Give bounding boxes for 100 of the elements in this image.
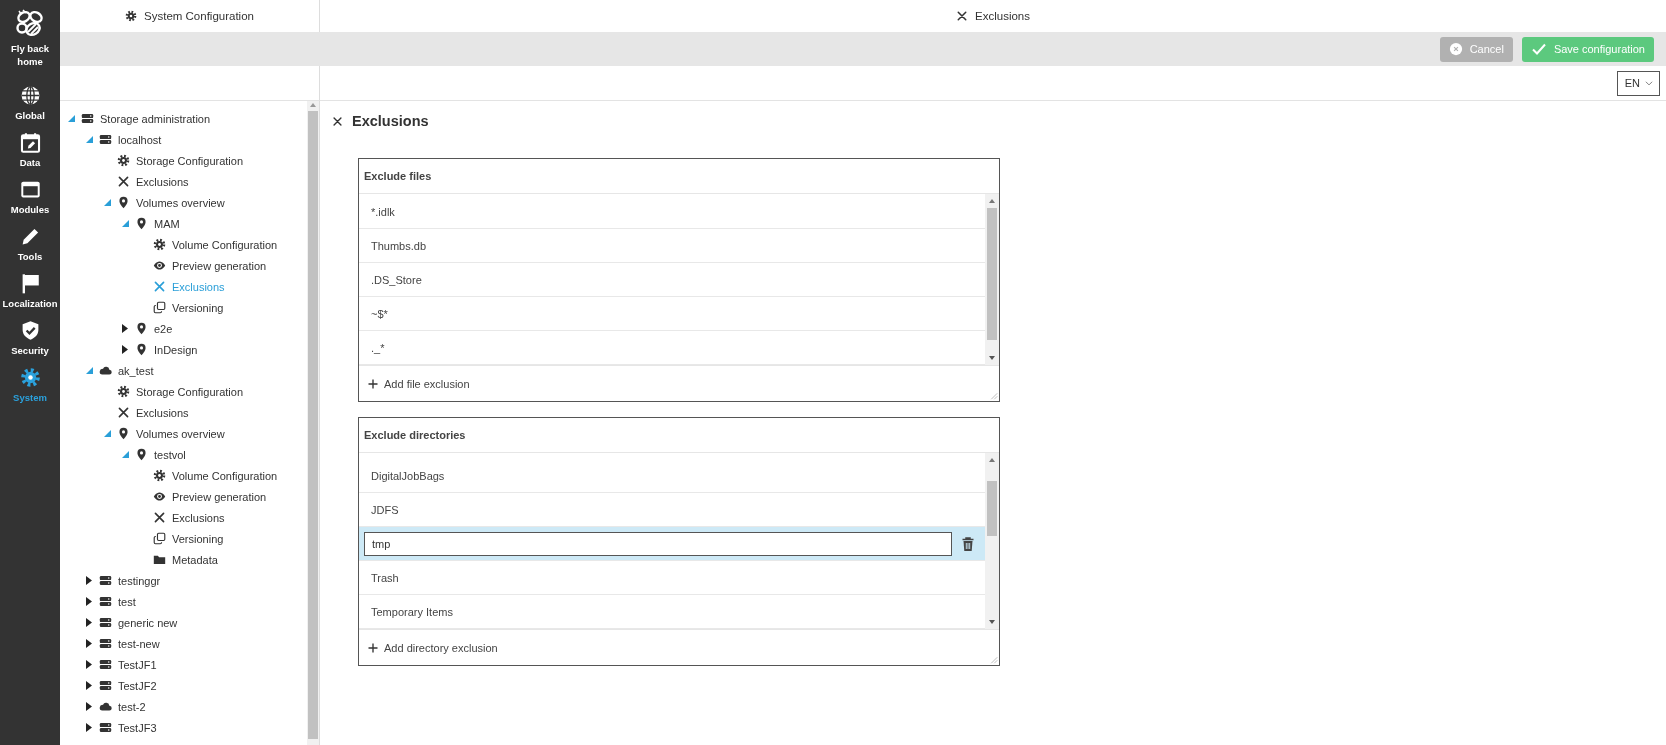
tree-item[interactable]: TestJF1 — [116, 657, 159, 672]
tree-item[interactable]: testinggr — [116, 573, 163, 588]
tree-item[interactable]: Preview generation — [170, 258, 269, 273]
plus-icon — [367, 377, 379, 390]
expanded-toggle-icon[interactable] — [121, 220, 129, 227]
scroll-down-arrow-icon[interactable] — [988, 355, 996, 361]
scroll-thumb[interactable] — [987, 481, 997, 536]
page-title: Exclusions — [352, 113, 429, 129]
copy-icon — [153, 532, 166, 545]
scroll-up-arrow-icon[interactable] — [988, 198, 996, 204]
expanded-toggle-icon[interactable] — [85, 136, 93, 143]
expanded-toggle-icon[interactable] — [103, 199, 111, 206]
tree-item[interactable]: Exclusions — [134, 405, 191, 420]
input-field[interactable]: tmp — [364, 531, 952, 556]
expanded-toggle-icon[interactable] — [85, 367, 93, 374]
close-icon — [956, 10, 968, 22]
calendar-icon — [19, 132, 41, 153]
cloud-icon — [99, 364, 112, 377]
home-link[interactable]: Fly back home — [5, 0, 55, 80]
add-link[interactable]: Add file exclusion — [359, 366, 999, 401]
expanded-toggle-icon[interactable] — [67, 115, 75, 122]
close-icon — [117, 175, 130, 188]
tree-item[interactable]: Versioning — [170, 531, 226, 546]
scrollbar[interactable] — [985, 194, 999, 365]
tree-item[interactable]: Volumes overview — [134, 195, 227, 210]
gear-icon — [117, 154, 130, 167]
list-item[interactable]: DigitalJobBags — [359, 459, 985, 493]
nav-item[interactable]: System — [0, 362, 60, 409]
tree-item[interactable]: TestJF3 — [116, 720, 159, 735]
collapsed-toggle-icon[interactable] — [122, 345, 128, 354]
list-item[interactable]: Thumbs.db — [359, 229, 985, 263]
map-pin-icon — [135, 448, 148, 461]
tree-item[interactable]: Storage administration — [98, 111, 213, 126]
list-item[interactable]: Temporary Items — [359, 595, 985, 629]
nav-item[interactable]: Localization — [0, 268, 60, 315]
tree-item[interactable]: Storage Configuration — [134, 384, 245, 399]
collapsed-toggle-icon[interactable] — [86, 702, 92, 711]
nav-item[interactable]: Global — [0, 80, 60, 127]
collapsed-toggle-icon[interactable] — [86, 681, 92, 690]
map-pin-icon — [117, 196, 130, 209]
expanded-toggle-icon[interactable] — [121, 451, 129, 458]
server-icon — [99, 616, 112, 629]
scroll-up-arrow-icon[interactable] — [988, 457, 996, 463]
trash-icon[interactable] — [960, 535, 976, 552]
tree-item[interactable]: test — [116, 594, 138, 609]
tree-item[interactable]: ak_test — [116, 363, 156, 378]
collapsed-toggle-icon[interactable] — [86, 597, 92, 606]
selected-row[interactable]: tmp — [359, 527, 985, 561]
scroll-up-arrow-icon[interactable] — [309, 101, 317, 109]
tree-item[interactable]: Exclusions — [134, 174, 191, 189]
tree-item[interactable]: MAM — [152, 216, 182, 231]
tree-item[interactable]: Storage Configuration — [134, 153, 245, 168]
expanded-toggle-icon[interactable] — [103, 430, 111, 437]
scrollbar[interactable] — [307, 101, 319, 745]
tree-item[interactable]: test-new — [116, 636, 162, 651]
tree-item[interactable]: e2e — [152, 321, 175, 336]
list-item[interactable]: ._* — [359, 331, 985, 365]
collapsed-toggle-icon[interactable] — [86, 723, 92, 732]
nav-item[interactable]: Security — [0, 315, 60, 362]
server-icon — [99, 658, 112, 671]
nav-item[interactable]: Modules — [0, 174, 60, 221]
eye-icon — [153, 259, 166, 272]
gear-icon — [125, 10, 137, 22]
list-item[interactable]: ~$* — [359, 297, 985, 331]
tree-item[interactable]: Preview generation — [170, 489, 269, 504]
server-icon — [81, 112, 94, 125]
tree-item[interactable]: TestJF2 — [116, 678, 159, 693]
gear-icon — [117, 385, 130, 398]
list-item[interactable]: *.idlk — [359, 195, 985, 229]
tree-item[interactable]: localhost — [116, 132, 164, 147]
scroll-down-arrow-icon[interactable] — [988, 619, 996, 625]
collapsed-toggle-icon[interactable] — [86, 618, 92, 627]
collapsed-toggle-icon[interactable] — [86, 660, 92, 669]
tree-item[interactable]: Volume Configuration — [170, 237, 280, 252]
add-link[interactable]: Add directory exclusion — [359, 630, 999, 665]
scroll-thumb[interactable] — [308, 111, 318, 739]
tree-item[interactable]: testvol — [152, 447, 188, 462]
scrollbar[interactable] — [985, 453, 999, 629]
tree-item[interactable]: Versioning — [170, 300, 226, 315]
list-item[interactable]: Trash — [359, 561, 985, 595]
language-select[interactable]: EN — [1616, 70, 1660, 96]
chevron-down-icon — [1644, 78, 1654, 88]
tree-item[interactable]: test-2 — [116, 699, 148, 714]
nav-item[interactable]: Tools — [0, 221, 60, 268]
collapsed-toggle-icon[interactable] — [122, 324, 128, 333]
list-item[interactable]: .DS_Store — [359, 263, 985, 297]
server-icon — [99, 574, 112, 587]
nav-item[interactable]: Data — [0, 127, 60, 174]
collapsed-toggle-icon[interactable] — [86, 639, 92, 648]
tree-item[interactable]: Exclusions — [170, 510, 227, 525]
tree-item[interactable]: Volumes overview — [134, 426, 227, 441]
map-pin-icon — [135, 343, 148, 356]
gear-icon — [153, 469, 166, 482]
tree-item[interactable]: InDesign — [152, 342, 200, 357]
tree-item[interactable]: Volume Configuration — [170, 468, 280, 483]
tree-item[interactable]: generic new — [116, 615, 180, 630]
collapsed-toggle-icon[interactable] — [86, 576, 92, 585]
tree-item[interactable]: Metadata — [170, 552, 220, 567]
section-title: Exclude directories — [359, 418, 999, 453]
scroll-thumb[interactable] — [987, 208, 997, 340]
